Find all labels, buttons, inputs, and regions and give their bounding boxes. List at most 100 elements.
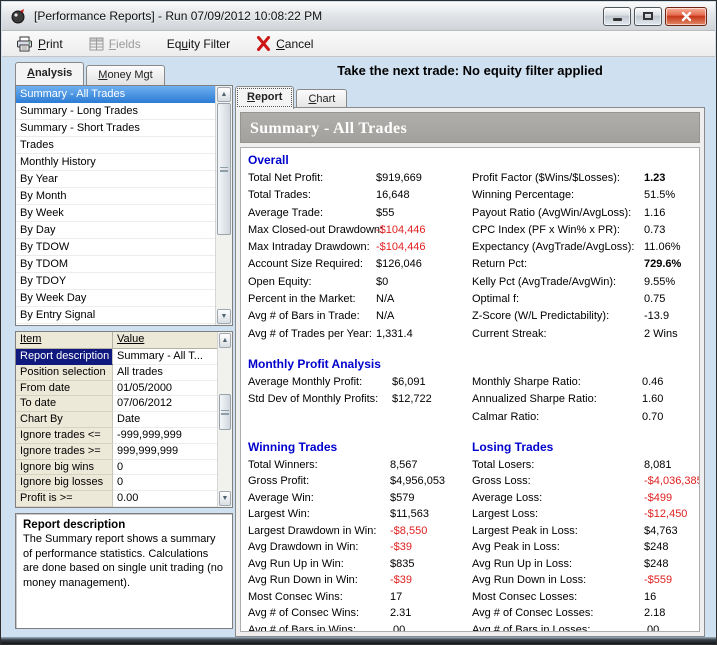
property-row[interactable]: To date07/06/2012 [16, 396, 217, 412]
stat-row: Avg # of Consec Losses:2.18 [472, 606, 692, 623]
tab-analysis[interactable]: Analysis [15, 62, 84, 85]
stat-row: Percent in the Market:N/A [248, 292, 472, 309]
stat-label: Std Dev of Monthly Profits: [248, 393, 378, 405]
title-bar[interactable]: [Performance Reports] - Run 07/09/2012 1… [2, 2, 715, 31]
stat-value: -13.9 [644, 309, 669, 324]
stat-value: -$39 [390, 540, 412, 555]
minimize-button[interactable] [603, 7, 631, 26]
list-item[interactable]: By Week Day [16, 290, 215, 307]
property-scrollbar[interactable]: ▲ ▼ [217, 332, 232, 507]
tab-money-mgt[interactable]: Money Mgt [86, 65, 164, 85]
list-item[interactable]: Summary - Short Trades [16, 120, 215, 137]
section-heading-overall: Overall [248, 153, 692, 169]
win-loss-section: Winning Trades Total Winners:8,567Gross … [248, 440, 692, 632]
stat-row: Current Streak: 2 Wins [472, 327, 692, 344]
list-item[interactable]: By TDOY [16, 273, 215, 290]
stat-label: Optimal f: [472, 293, 519, 305]
stat-value: 2 Wins [644, 327, 678, 342]
list-item[interactable]: By TDOM [16, 256, 215, 273]
fields-button: Fields [89, 37, 141, 51]
list-item[interactable]: By Entry Signal [16, 307, 215, 324]
property-row[interactable]: Ignore big losses0 [16, 475, 217, 491]
property-value: 0 [113, 460, 217, 476]
report-tabs: Report Chart [235, 85, 349, 109]
stat-row: Monthly Sharpe Ratio:0.46 [472, 375, 692, 392]
section-heading-losing: Losing Trades [472, 440, 692, 456]
stat-row: Total Trades:16,648 [248, 188, 472, 205]
list-scrollbar[interactable]: ▲ ▼ [215, 86, 232, 325]
losing-rows: Total Losers:8,081Gross Loss:-$4,036,385… [472, 458, 692, 632]
list-item[interactable]: Summary - All Trades [16, 86, 215, 103]
stat-value: 17 [390, 590, 402, 605]
stat-label: Z-Score (W/L Predictability): [472, 310, 609, 322]
stat-row: Avg # of Consec Wins:2.31 [248, 606, 472, 623]
scroll-down-button[interactable]: ▼ [217, 309, 231, 324]
list-item[interactable]: Monthly History [16, 154, 215, 171]
list-item[interactable]: By Day [16, 222, 215, 239]
tab-report[interactable]: Report [235, 86, 294, 109]
maximize-button[interactable] [634, 7, 662, 26]
stat-row: Avg Drawdown in Win:-$39 [248, 540, 472, 557]
property-value: 999,999,999 [113, 444, 217, 460]
report-list-items: Summary - All TradesSummary - Long Trade… [16, 86, 215, 325]
property-value: 0.00 [113, 491, 217, 507]
scroll-down-button[interactable]: ▼ [219, 491, 231, 506]
stat-row: Avg # of Bars in Wins:.00 [248, 623, 472, 632]
stat-row: Gross Loss:-$4,036,385 [472, 474, 692, 491]
stat-row: Average Win:$579 [248, 491, 472, 508]
close-button[interactable] [665, 7, 707, 26]
scroll-thumb[interactable] [219, 394, 231, 430]
property-row[interactable]: Ignore trades <=-999,999,999 [16, 428, 217, 444]
list-item[interactable]: By Month [16, 188, 215, 205]
property-row[interactable]: Chart ByDate [16, 412, 217, 428]
property-row[interactable]: From date01/05/2000 [16, 381, 217, 397]
monthly-right-column: Monthly Sharpe Ratio:0.46Annualized Shar… [472, 375, 692, 427]
list-item[interactable]: By Year [16, 171, 215, 188]
property-row[interactable]: Report descriptionSummary - All T... [16, 349, 217, 365]
list-item[interactable]: Summary - Long Trades [16, 103, 215, 120]
stat-label: Payout Ratio (AvgWin/AvgLoss): [472, 207, 631, 219]
stat-value: 16 [644, 590, 656, 605]
tab-chart[interactable]: Chart [296, 89, 347, 109]
equity-filter-button[interactable]: Equity Filter [167, 37, 230, 51]
stat-label: Profit Factor ($Wins/$Losses): [472, 172, 620, 184]
list-item[interactable]: Trades [16, 137, 215, 154]
stat-row: Most Consec Wins:17 [248, 590, 472, 607]
list-item[interactable]: By Week [16, 205, 215, 222]
description-title: Report description [23, 519, 225, 531]
property-rows: Report descriptionSummary - All T...Posi… [16, 349, 217, 507]
overall-left-column: Total Net Profit:$919,669Total Trades:16… [248, 171, 472, 344]
list-item[interactable]: By TDOW [16, 239, 215, 256]
stat-row: Calmar Ratio:0.70 [472, 410, 692, 427]
scroll-thumb[interactable] [217, 103, 231, 235]
column-header-item[interactable]: Item [16, 332, 113, 348]
column-header-value[interactable]: Value [113, 332, 217, 348]
scroll-up-button[interactable]: ▲ [217, 87, 231, 102]
performance-reports-window: [Performance Reports] - Run 07/09/2012 1… [0, 0, 717, 645]
stat-value: .00 [390, 623, 405, 632]
property-row[interactable]: Ignore trades >=999,999,999 [16, 444, 217, 460]
report-list: Summary - All TradesSummary - Long Trade… [15, 85, 233, 326]
winning-rows: Total Winners:8,567Gross Profit:$4,956,0… [248, 458, 472, 632]
stat-label: Average Monthly Profit: [248, 376, 362, 388]
cancel-button[interactable]: Cancel [256, 36, 313, 51]
stat-label: Total Winners: [248, 459, 318, 471]
property-row[interactable]: Position selectionAll trades [16, 365, 217, 381]
stat-value: $579 [390, 491, 414, 506]
property-row[interactable]: Profit is >=0.00 [16, 491, 217, 507]
stat-value: 1.60 [642, 392, 663, 407]
stat-value: 2.18 [644, 606, 665, 621]
stat-value: -$12,450 [644, 507, 687, 522]
stat-row: Largest Win:$11,563 [248, 507, 472, 524]
property-row[interactable]: Ignore big wins0 [16, 460, 217, 476]
minimize-icon [613, 18, 622, 21]
stat-label: Avg # of Bars in Losses: [472, 624, 590, 632]
scroll-up-button[interactable]: ▲ [219, 333, 231, 348]
monthly-section: Average Monthly Profit:$6,091Std Dev of … [248, 375, 692, 427]
toolbar: Print Fields Equity Filter Cancel [2, 31, 715, 57]
stat-row: Return Pct:729.6% [472, 257, 692, 274]
stat-row: Total Losers:8,081 [472, 458, 692, 475]
stat-label: Current Streak: [472, 328, 547, 340]
scroll-grip-icon [221, 410, 229, 415]
print-button[interactable]: Print [16, 36, 63, 52]
